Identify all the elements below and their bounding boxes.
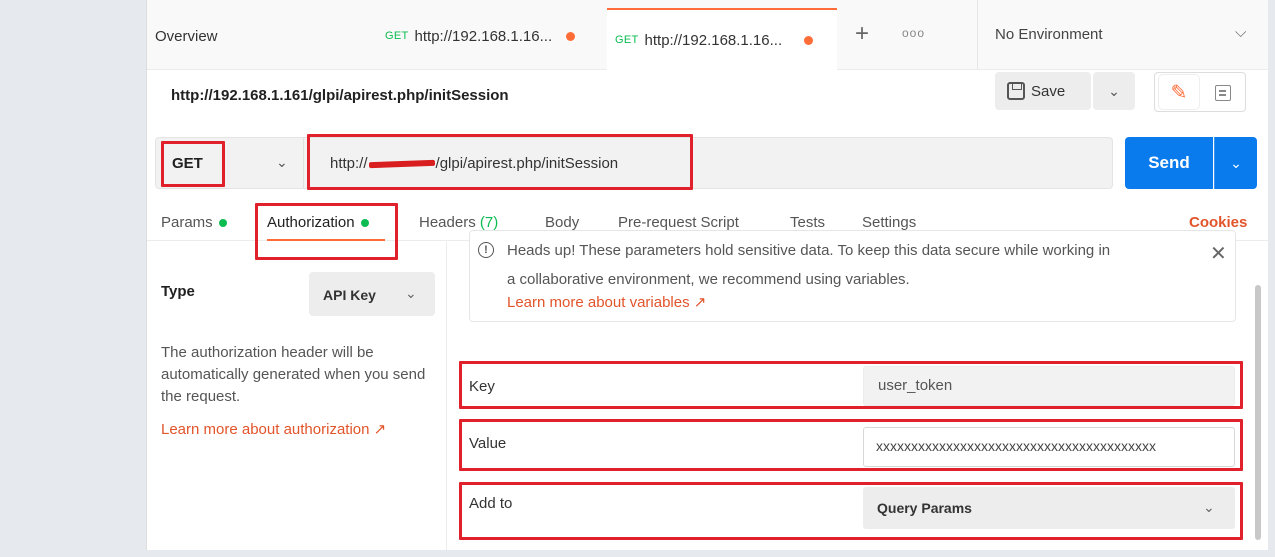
value-input[interactable]: xxxxxxxxxxxxxxxxxxxxxxxxxxxxxxxxxxxxxxxx	[863, 427, 1235, 467]
url-suffix: /glpi/apirest.php/initSession	[435, 155, 619, 172]
comment-icon[interactable]	[1205, 78, 1241, 108]
tab-bar: Overview GET http://192.168.1.16... GET …	[147, 0, 1268, 70]
redaction-mark	[368, 159, 435, 169]
auth-type-select[interactable]: API Key ⌄	[309, 272, 435, 316]
auth-type-panel: Type API Key ⌄ The authorization header …	[147, 242, 447, 550]
unsaved-dot-icon	[804, 35, 814, 45]
tab-url: http://192.168.1.16...	[644, 31, 783, 49]
tab-prerequest-script[interactable]: Pre-request Script	[618, 214, 739, 231]
send-button[interactable]: Send	[1125, 137, 1213, 189]
chevron-down-icon: ⌄	[276, 154, 288, 170]
headers-count: (7)	[479, 214, 499, 231]
tab-method: GET	[615, 34, 639, 46]
url-input[interactable]: http:// /glpi/apirest.php/initSession	[330, 155, 618, 172]
tab-request-1[interactable]: GET http://192.168.1.16...	[385, 26, 576, 46]
method-value: GET	[172, 155, 203, 172]
url-bar: GET ⌄ http:// /glpi/apirest.php/initSessi…	[155, 137, 1113, 189]
sensitive-data-notice: ! Heads up! These parameters hold sensit…	[469, 230, 1236, 322]
type-label: Type	[161, 283, 195, 300]
auth-description: The authorization header will be automat…	[161, 344, 426, 405]
postman-window: Overview GET http://192.168.1.16... GET …	[146, 0, 1268, 550]
chevron-down-icon[interactable]: ⌵	[1235, 24, 1246, 41]
new-tab-plus-icon[interactable]: +	[855, 20, 869, 48]
addto-row: Add to Query Params ⌄	[469, 487, 1235, 531]
more-tabs-icon[interactable]: ooo	[902, 26, 925, 40]
request-title[interactable]: http://192.168.1.161/glpi/apirest.php/in…	[171, 87, 509, 104]
value-label: Value	[469, 435, 507, 452]
learn-authorization-link[interactable]: Learn more about authorization ↗	[161, 420, 386, 438]
send-options-chevron-down-icon[interactable]: ⌄	[1214, 137, 1257, 189]
active-dot-icon	[218, 219, 227, 228]
url-prefix: http://	[330, 155, 368, 172]
tab-params-label: Params	[161, 214, 213, 231]
save-disk-icon	[1007, 82, 1025, 100]
notice-line-1: Heads up! These parameters hold sensitiv…	[507, 242, 1111, 259]
notice-line-2: a collaborative environment, we recommen…	[507, 271, 910, 288]
environment-selector[interactable]: No Environment	[995, 26, 1103, 43]
key-input[interactable]: user_token	[863, 366, 1235, 406]
tab-method: GET	[385, 30, 409, 42]
save-label: Save	[1031, 82, 1066, 100]
addto-value: Query Params	[877, 500, 972, 516]
addto-select[interactable]: Query Params ⌄	[863, 487, 1235, 529]
tab-params[interactable]: Params	[161, 214, 227, 231]
tab-settings[interactable]: Settings	[862, 214, 916, 231]
active-tab-underline	[267, 239, 385, 241]
background-margin	[0, 0, 146, 557]
tab-url: http://192.168.1.16...	[414, 27, 553, 45]
key-row: Key user_token	[469, 366, 1235, 410]
tab-overview-label: Overview	[155, 27, 218, 45]
cookies-link[interactable]: Cookies	[1189, 214, 1247, 231]
tab-body[interactable]: Body	[545, 214, 579, 231]
divider	[977, 0, 978, 70]
auth-type-value: API Key	[323, 287, 376, 303]
tab-request-2-active[interactable]: GET http://192.168.1.16...	[607, 8, 837, 70]
close-icon[interactable]: ✕	[1210, 241, 1227, 266]
addto-label: Add to	[469, 495, 513, 512]
scrollbar[interactable]	[1255, 285, 1261, 540]
tab-authorization[interactable]: Authorization	[267, 214, 369, 231]
pencil-edit-icon[interactable]: ✎	[1159, 75, 1199, 109]
save-options-chevron-down-icon[interactable]: ⌄	[1093, 72, 1135, 110]
tab-tests[interactable]: Tests	[790, 214, 825, 231]
chevron-down-icon: ⌄	[1203, 499, 1215, 515]
save-button[interactable]: Save	[995, 72, 1091, 110]
background-margin	[0, 550, 1275, 557]
chevron-down-icon: ⌄	[405, 285, 417, 301]
tab-overview[interactable]: Overview	[155, 26, 218, 46]
learn-variables-link[interactable]: Learn more about variables ↗	[507, 293, 706, 311]
tab-authorization-label: Authorization	[267, 214, 355, 231]
tab-headers-label: Headers	[419, 214, 476, 231]
tab-headers[interactable]: Headers (7)	[419, 214, 498, 231]
unsaved-dot-icon	[566, 31, 576, 41]
info-icon: !	[478, 242, 494, 258]
active-dot-icon	[360, 219, 369, 228]
key-label: Key	[469, 378, 495, 395]
method-select[interactable]: GET ⌄	[156, 138, 304, 188]
value-row: Value xxxxxxxxxxxxxxxxxxxxxxxxxxxxxxxxxx…	[469, 427, 1235, 471]
